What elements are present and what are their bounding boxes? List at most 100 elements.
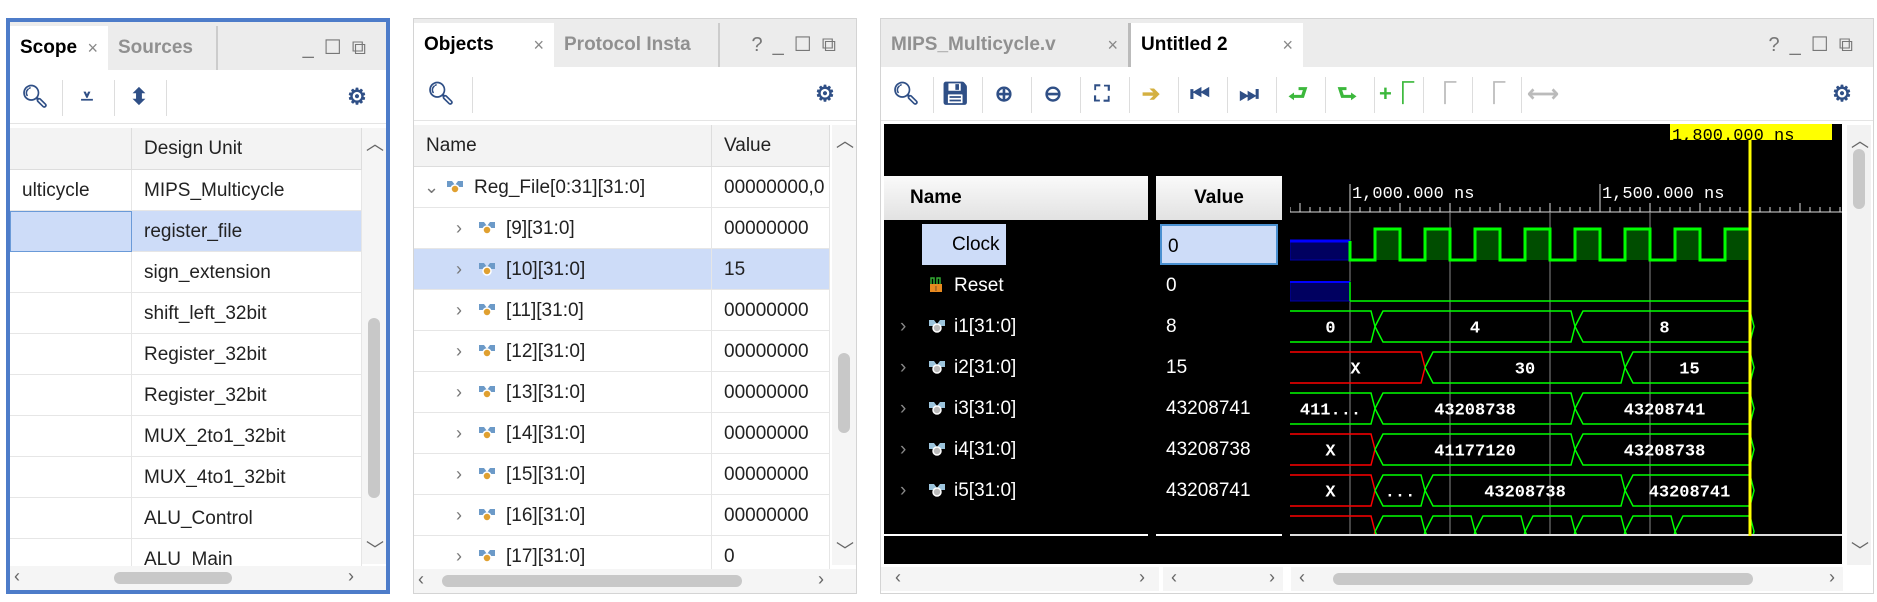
column-header-name[interactable]: Name (414, 125, 712, 167)
tab-mips-multicycle[interactable]: MIPS_Multicycle.v × (881, 23, 1131, 67)
waveform-canvas[interactable]: 1,000.000 ns 1,500.000 ns 0 4 8 X 30 15 411... 43… (1290, 124, 1842, 564)
scope-tree-row[interactable]: shift_left_32bit (10, 293, 362, 334)
column-header-design-unit[interactable]: Design Unit (132, 128, 362, 170)
scroll-down-icon[interactable]: ﹀ (1851, 537, 1869, 563)
scrollbar-thumb[interactable] (368, 318, 380, 498)
tab-scope[interactable]: Scope × (10, 26, 108, 70)
scope-tree-row[interactable]: ALU_Control (10, 498, 362, 539)
scroll-down-icon[interactable]: ﹀ (836, 537, 854, 563)
object-row[interactable]: › [11][31:0] 00000000 (414, 290, 830, 331)
vertical-scrollbar[interactable]: ︿ ﹀ (832, 125, 856, 565)
go-to-end-icon[interactable]: ⏭︎ (1232, 77, 1266, 111)
object-row[interactable]: › [9][31:0] 00000000 (414, 208, 830, 249)
object-row[interactable]: › [13][31:0] 00000000 (414, 372, 830, 413)
vertical-scrollbar[interactable]: ︿ ﹀ (1847, 125, 1871, 565)
signal-row[interactable]: › i4[31:0] (884, 429, 1148, 470)
close-icon[interactable]: × (1282, 23, 1293, 67)
value-column-header[interactable]: Value (1156, 176, 1282, 220)
scope-tree-row[interactable]: Register_32bit (10, 334, 362, 375)
help-icon[interactable]: ? (752, 34, 773, 56)
object-row[interactable]: › [15][31:0] 00000000 (414, 454, 830, 495)
scope-tree-row[interactable]: register_file (10, 211, 362, 252)
object-row[interactable]: ⌄ Reg_File[0:31][31:0] 00000000,0 (414, 167, 830, 208)
minimize-icon[interactable]: _ (773, 34, 794, 56)
tab-untitled-2[interactable]: Untitled 2 × (1131, 23, 1303, 67)
chevron-right-icon[interactable]: › (456, 290, 462, 331)
search-icon[interactable]: 🔍︎ (424, 77, 458, 111)
name-column-header[interactable]: Name (884, 176, 1148, 220)
scroll-left-icon[interactable]: ‹ (418, 569, 424, 590)
scrollbar-thumb[interactable] (838, 353, 850, 433)
object-row[interactable]: › [16][31:0] 00000000 (414, 495, 830, 536)
collapse-all-icon[interactable]: ⩡ (70, 80, 104, 114)
go-to-start-icon[interactable]: ⏮︎ (1183, 77, 1217, 111)
previous-marker-icon[interactable]: ⎾ (1428, 77, 1462, 111)
signal-row[interactable]: IClock (884, 224, 1148, 265)
chevron-right-icon[interactable]: › (900, 470, 906, 511)
close-icon[interactable]: × (87, 26, 98, 70)
signal-row[interactable]: › i2[31:0] (884, 347, 1148, 388)
scroll-up-icon[interactable]: ︿ (836, 127, 854, 153)
scope-tree-row[interactable]: Register_32bit (10, 375, 362, 416)
help-icon[interactable]: ? (1769, 34, 1790, 56)
gear-icon[interactable]: ⚙ (1825, 77, 1859, 111)
maximize-icon[interactable]: ☐ (1811, 34, 1839, 56)
chevron-right-icon[interactable]: › (456, 249, 462, 290)
horizontal-scrollbar[interactable]: ‹ › (414, 569, 856, 593)
scroll-down-icon[interactable]: ﹀ (366, 536, 384, 562)
tab-protocol-instances[interactable]: Protocol Insta (554, 23, 720, 67)
scroll-left-icon[interactable]: ‹ (14, 566, 20, 587)
scrollbar-thumb[interactable] (1333, 573, 1753, 585)
vertical-scrollbar[interactable]: ︿ ﹀ (362, 128, 386, 564)
scroll-right-icon[interactable]: › (1269, 567, 1275, 588)
float-icon[interactable]: ⧉ (822, 34, 846, 56)
signal-row[interactable]: › i5[31:0] (884, 470, 1148, 511)
chevron-right-icon[interactable]: › (456, 331, 462, 372)
maximize-icon[interactable]: ☐ (794, 34, 822, 56)
chevron-right-icon[interactable]: › (900, 429, 906, 470)
chevron-right-icon[interactable]: › (456, 372, 462, 413)
close-icon[interactable]: × (533, 23, 544, 67)
signal-row[interactable]: I Reset (884, 265, 1148, 306)
save-icon[interactable]: 💾︎ (938, 77, 972, 111)
next-marker-icon[interactable]: ⎾ (1477, 77, 1511, 111)
scroll-right-icon[interactable]: › (818, 569, 824, 590)
signal-row[interactable]: › i1[31:0] (884, 306, 1148, 347)
scrollbar-thumb[interactable] (114, 572, 232, 584)
next-transition-icon[interactable]: ⮑ (1330, 77, 1364, 111)
chevron-right-icon[interactable]: › (456, 495, 462, 536)
scroll-left-icon[interactable]: ‹ (895, 567, 901, 588)
scroll-up-icon[interactable]: ︿ (366, 130, 384, 156)
chevron-right-icon[interactable]: › (900, 347, 906, 388)
scroll-right-icon[interactable]: › (1829, 567, 1835, 588)
previous-transition-icon[interactable]: ⮐ (1281, 77, 1315, 111)
scroll-left-icon[interactable]: ‹ (1299, 567, 1305, 588)
chevron-right-icon[interactable]: › (900, 306, 906, 347)
chevron-right-icon[interactable]: › (456, 413, 462, 454)
scope-tree-row[interactable]: sign_extension (10, 252, 362, 293)
minimize-icon[interactable]: _ (1790, 34, 1811, 56)
chevron-right-icon[interactable]: › (900, 388, 906, 429)
go-to-cursor-icon[interactable]: ➔ (1134, 77, 1168, 111)
horizontal-scrollbar[interactable]: ‹ › (10, 566, 386, 590)
gear-icon[interactable]: ⚙ (340, 80, 374, 114)
object-row[interactable]: › [14][31:0] 00000000 (414, 413, 830, 454)
maximize-icon[interactable]: ☐ (324, 37, 352, 59)
object-row[interactable]: › [10][31:0] 15 (414, 249, 830, 290)
tab-objects[interactable]: Objects × (414, 23, 554, 67)
zoom-out-icon[interactable]: ⊖ (1036, 77, 1070, 111)
wave-horizontal-scrollbar[interactable]: ‹ › (1291, 567, 1843, 591)
float-icon[interactable]: ⧉ (352, 37, 376, 59)
zoom-in-icon[interactable]: ⊕ (987, 77, 1021, 111)
chevron-right-icon[interactable]: › (456, 208, 462, 249)
tab-sources[interactable]: Sources (108, 26, 218, 70)
scope-tree-row[interactable]: MUX_4to1_32bit (10, 457, 362, 498)
scroll-right-icon[interactable]: › (348, 566, 354, 587)
signal-row[interactable]: › i3[31:0] (884, 388, 1148, 429)
chevron-down-icon[interactable]: ⌄ (424, 167, 439, 208)
search-icon[interactable]: 🔍︎ (18, 80, 52, 114)
float-icon[interactable]: ⧉ (1839, 34, 1863, 56)
scrollbar-thumb[interactable] (442, 575, 742, 587)
zoom-fit-icon[interactable]: ⛶ (1085, 77, 1119, 111)
scroll-right-icon[interactable]: › (1139, 567, 1145, 588)
